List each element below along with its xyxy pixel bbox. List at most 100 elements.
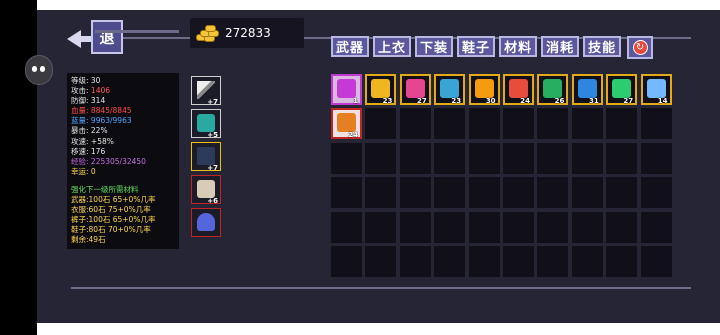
inventory-slot-spellbook[interactable]: 1: [331, 74, 362, 105]
item-count: 23: [382, 97, 393, 105]
inventory-slot-empty[interactable]: [399, 245, 431, 277]
equip-accessory-slot[interactable]: [191, 208, 221, 237]
spellbook-icon: [337, 79, 356, 98]
inventory-slot-empty[interactable]: [468, 177, 500, 209]
tab-consumables[interactable]: 消耗: [541, 36, 580, 57]
inventory-slot-empty[interactable]: [399, 177, 431, 209]
equip-boots-slot[interactable]: +6: [191, 175, 221, 205]
inventory-slot-empty[interactable]: [399, 211, 431, 243]
inventory-slot-empty[interactable]: [468, 108, 500, 140]
inventory-slot-empty[interactable]: [571, 177, 603, 209]
inventory-slot-empty[interactable]: [502, 245, 534, 277]
inventory-slot-empty[interactable]: [331, 245, 362, 277]
inventory-slot-empty[interactable]: [365, 245, 397, 277]
enhance-weapon: 武器:100石 65+0%几率: [71, 195, 156, 205]
back-button[interactable]: 退: [91, 20, 123, 54]
inventory-slot-empty[interactable]: [606, 177, 638, 209]
inventory-slot-empty[interactable]: [537, 142, 569, 174]
inventory-slot-empty[interactable]: [640, 177, 672, 209]
inventory-slot-empty[interactable]: [640, 211, 672, 243]
inventory-slot-empty[interactable]: [502, 177, 534, 209]
header-rail: [95, 30, 179, 33]
inventory-slot-empty[interactable]: [606, 108, 638, 140]
inventory-slot-empty[interactable]: [331, 177, 362, 209]
inventory-slot-empty[interactable]: [537, 211, 569, 243]
inventory-slot-empty[interactable]: [434, 108, 466, 140]
inventory-slot-empty[interactable]: [399, 142, 431, 174]
inventory-slot-flame-orb[interactable]: 24: [331, 108, 362, 140]
pants-icon: [197, 147, 215, 165]
equip-pants-slot[interactable]: +7: [191, 142, 221, 172]
inventory-slot-empty[interactable]: [331, 142, 362, 174]
inventory-slot-fire-potion[interactable]: 24: [502, 74, 534, 105]
inventory-slot-green-rune[interactable]: 26: [537, 74, 569, 105]
inventory-slot-empty[interactable]: [571, 211, 603, 243]
inventory-slot-empty[interactable]: [434, 245, 466, 277]
inventory-slot-empty[interactable]: [365, 142, 397, 174]
close-button[interactable]: ↻: [627, 36, 654, 59]
enhance-clothes: 衣服:60石 75+0%几率: [71, 205, 151, 215]
inventory-slot-empty[interactable]: [434, 211, 466, 243]
stat-move-speed: 移速: 176: [71, 146, 106, 156]
floating-assistant-button[interactable]: [25, 55, 53, 85]
inventory-slot-empty[interactable]: [640, 108, 672, 140]
inventory-slot-empty[interactable]: [502, 142, 534, 174]
inventory-slot-empty[interactable]: [468, 211, 500, 243]
bottom-divider: [71, 287, 691, 289]
item-count: 24: [520, 97, 530, 105]
bow-icon: [440, 79, 460, 98]
enhance-remain: 剩余:49石: [71, 235, 106, 245]
inventory-slot-empty[interactable]: [571, 108, 603, 140]
inventory-slot-empty[interactable]: [537, 177, 569, 209]
inventory-slot-empty[interactable]: [571, 142, 603, 174]
inventory-slot-empty[interactable]: [606, 211, 638, 243]
inventory-slot-empty[interactable]: [640, 245, 672, 277]
inventory-slot-empty[interactable]: [537, 245, 569, 277]
inventory-slot-ice-crystal[interactable]: 14: [640, 74, 672, 105]
inventory-slot-blue-gem[interactable]: 31: [571, 74, 603, 105]
inventory-slot-ring[interactable]: 27: [399, 74, 431, 105]
inventory-slot-empty[interactable]: [571, 245, 603, 277]
inventory-slot-empty[interactable]: [606, 142, 638, 174]
inventory-panel: 退 272833 武器 上衣 下装 鞋子 材料 消耗 技能 ↻ 等级: 30 攻…: [37, 10, 720, 323]
boots-icon: [197, 180, 215, 198]
tab-skills[interactable]: 技能: [583, 36, 622, 57]
equip-weapon-slot[interactable]: +7: [191, 76, 221, 106]
item-count: 14: [657, 97, 668, 105]
inventory-slot-bow[interactable]: 23: [434, 74, 466, 105]
item-count: 1: [353, 97, 358, 105]
tab-top[interactable]: 上衣: [373, 36, 412, 57]
inventory-slot-empty[interactable]: [434, 177, 466, 209]
inventory-slot-empty[interactable]: [640, 142, 672, 174]
enhance-header: 强化下一级所需材料: [71, 184, 139, 194]
back-control[interactable]: 退: [67, 20, 159, 54]
inventory-slot-scroll[interactable]: 23: [365, 74, 397, 105]
inventory-slot-empty[interactable]: [365, 211, 397, 243]
inventory-slot-herb[interactable]: 27: [606, 74, 638, 105]
inventory-slot-empty[interactable]: [468, 245, 500, 277]
flame-orb-icon: [337, 113, 356, 133]
assistant-eye-icon: [40, 66, 45, 72]
tab-bottom[interactable]: 下装: [415, 36, 454, 57]
tab-materials[interactable]: 材料: [499, 36, 538, 57]
inventory-slot-empty[interactable]: [365, 177, 397, 209]
inventory-slot-empty[interactable]: [502, 108, 534, 140]
tab-shoes[interactable]: 鞋子: [457, 36, 496, 57]
inventory-slot-empty[interactable]: [331, 211, 362, 243]
stat-crit: 暴击: 22%: [71, 126, 108, 136]
left-black-bar: [0, 0, 37, 335]
inventory-slot-empty[interactable]: [399, 108, 431, 140]
inventory-slot-empty[interactable]: [537, 108, 569, 140]
equip-armor-slot[interactable]: +5: [191, 109, 221, 139]
ice-crystal-icon: [646, 79, 666, 98]
inventory-slot-empty[interactable]: [434, 142, 466, 174]
inventory-slot-shield[interactable]: 30: [468, 74, 500, 105]
gold-coins-icon: [196, 24, 220, 42]
shield-icon: [474, 79, 494, 98]
inventory-slot-empty[interactable]: [502, 211, 534, 243]
inventory-slot-empty[interactable]: [606, 245, 638, 277]
inventory-slot-empty[interactable]: [365, 108, 397, 140]
inventory-slot-empty[interactable]: [468, 142, 500, 174]
close-icon: ↻: [632, 40, 648, 55]
tab-weapon[interactable]: 武器: [331, 36, 370, 57]
